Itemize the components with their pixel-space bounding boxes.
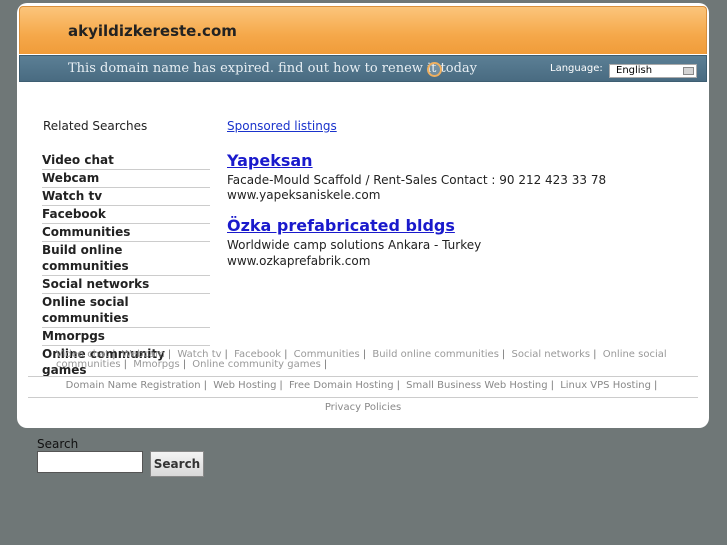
list-item: Webcam <box>42 170 210 188</box>
list-item: Facebook <box>42 206 210 224</box>
footer-related-links: Video chat | Webcam | Watch tv | Facebook | … <box>56 349 667 370</box>
footer-link[interactable]: Build online communities <box>372 349 499 360</box>
divider <box>28 376 698 377</box>
ad-title-link[interactable]: Yapeksan <box>227 151 313 170</box>
list-item: Online social communities <box>42 294 210 328</box>
related-link-communities[interactable]: Communities <box>42 224 210 241</box>
ad-url[interactable]: www.yapeksaniskele.com <box>227 188 380 202</box>
related-link-facebook[interactable]: Facebook <box>42 206 210 223</box>
search-button[interactable]: Search <box>150 451 204 477</box>
related-link-watch-tv[interactable]: Watch tv <box>42 188 210 205</box>
related-link-social-networks[interactable]: Social networks <box>42 276 210 293</box>
sponsored-listings-link[interactable]: Sponsored listings <box>227 119 337 133</box>
footer-link[interactable]: Mmorpgs <box>133 359 180 370</box>
ad-description: Worldwide camp solutions Ankara - Turkey <box>227 238 482 252</box>
divider <box>28 397 698 398</box>
related-searches-heading: Related Searches <box>43 119 148 133</box>
ad-url[interactable]: www.ozkaprefabrik.com <box>227 254 370 268</box>
list-item: Social networks <box>42 276 210 294</box>
related-link-video-chat[interactable]: Video chat <box>42 152 210 169</box>
ad-description: Facade-Mould Scaffold / Rent-Sales Conta… <box>227 173 607 187</box>
footer-link[interactable]: Free Domain Hosting <box>289 380 394 391</box>
footer-link[interactable]: Social networks <box>511 349 590 360</box>
related-link-online-social-communities[interactable]: Online social communities <box>42 294 210 327</box>
footer-link[interactable]: Online community games <box>192 359 321 370</box>
related-link-build-online-communities[interactable]: Build online communities <box>42 242 210 275</box>
related-link-mmorpgs[interactable]: Mmorpgs <box>42 328 210 345</box>
list-item: Build online communities <box>42 242 210 276</box>
list-item: Communities <box>42 224 210 242</box>
list-item: Watch tv <box>42 188 210 206</box>
footer-link[interactable]: Domain Name Registration <box>66 380 201 391</box>
language-selected-value: English <box>616 65 653 76</box>
search-label: Search <box>37 437 79 451</box>
related-link-webcam[interactable]: Webcam <box>42 170 210 187</box>
expired-message-link[interactable]: This domain name has expired. find out h… <box>68 61 477 76</box>
site-title: akyildizkereste.com <box>68 22 237 40</box>
footer-service-links: Domain Name Registration | Web Hosting | F… <box>65 380 658 391</box>
privacy-policies-link[interactable]: Privacy Policies <box>28 402 698 413</box>
footer-link[interactable]: Web Hosting <box>213 380 276 391</box>
footer-link[interactable]: Small Business Web Hosting <box>406 380 547 391</box>
dropdown-arrow-icon[interactable] <box>683 67 694 75</box>
language-label: Language: <box>550 63 603 74</box>
list-item: Video chat <box>42 152 210 170</box>
list-item: Mmorpgs <box>42 328 210 346</box>
search-input[interactable] <box>37 451 143 473</box>
footer-link[interactable]: Linux VPS Hosting <box>560 380 651 391</box>
related-searches-list: Video chat Webcam Watch tv Facebook Comm… <box>42 152 210 379</box>
cursor-icon <box>427 62 442 77</box>
language-select[interactable]: English <box>609 64 697 78</box>
ad-title-link[interactable]: Özka prefabricated bldgs <box>227 216 455 235</box>
